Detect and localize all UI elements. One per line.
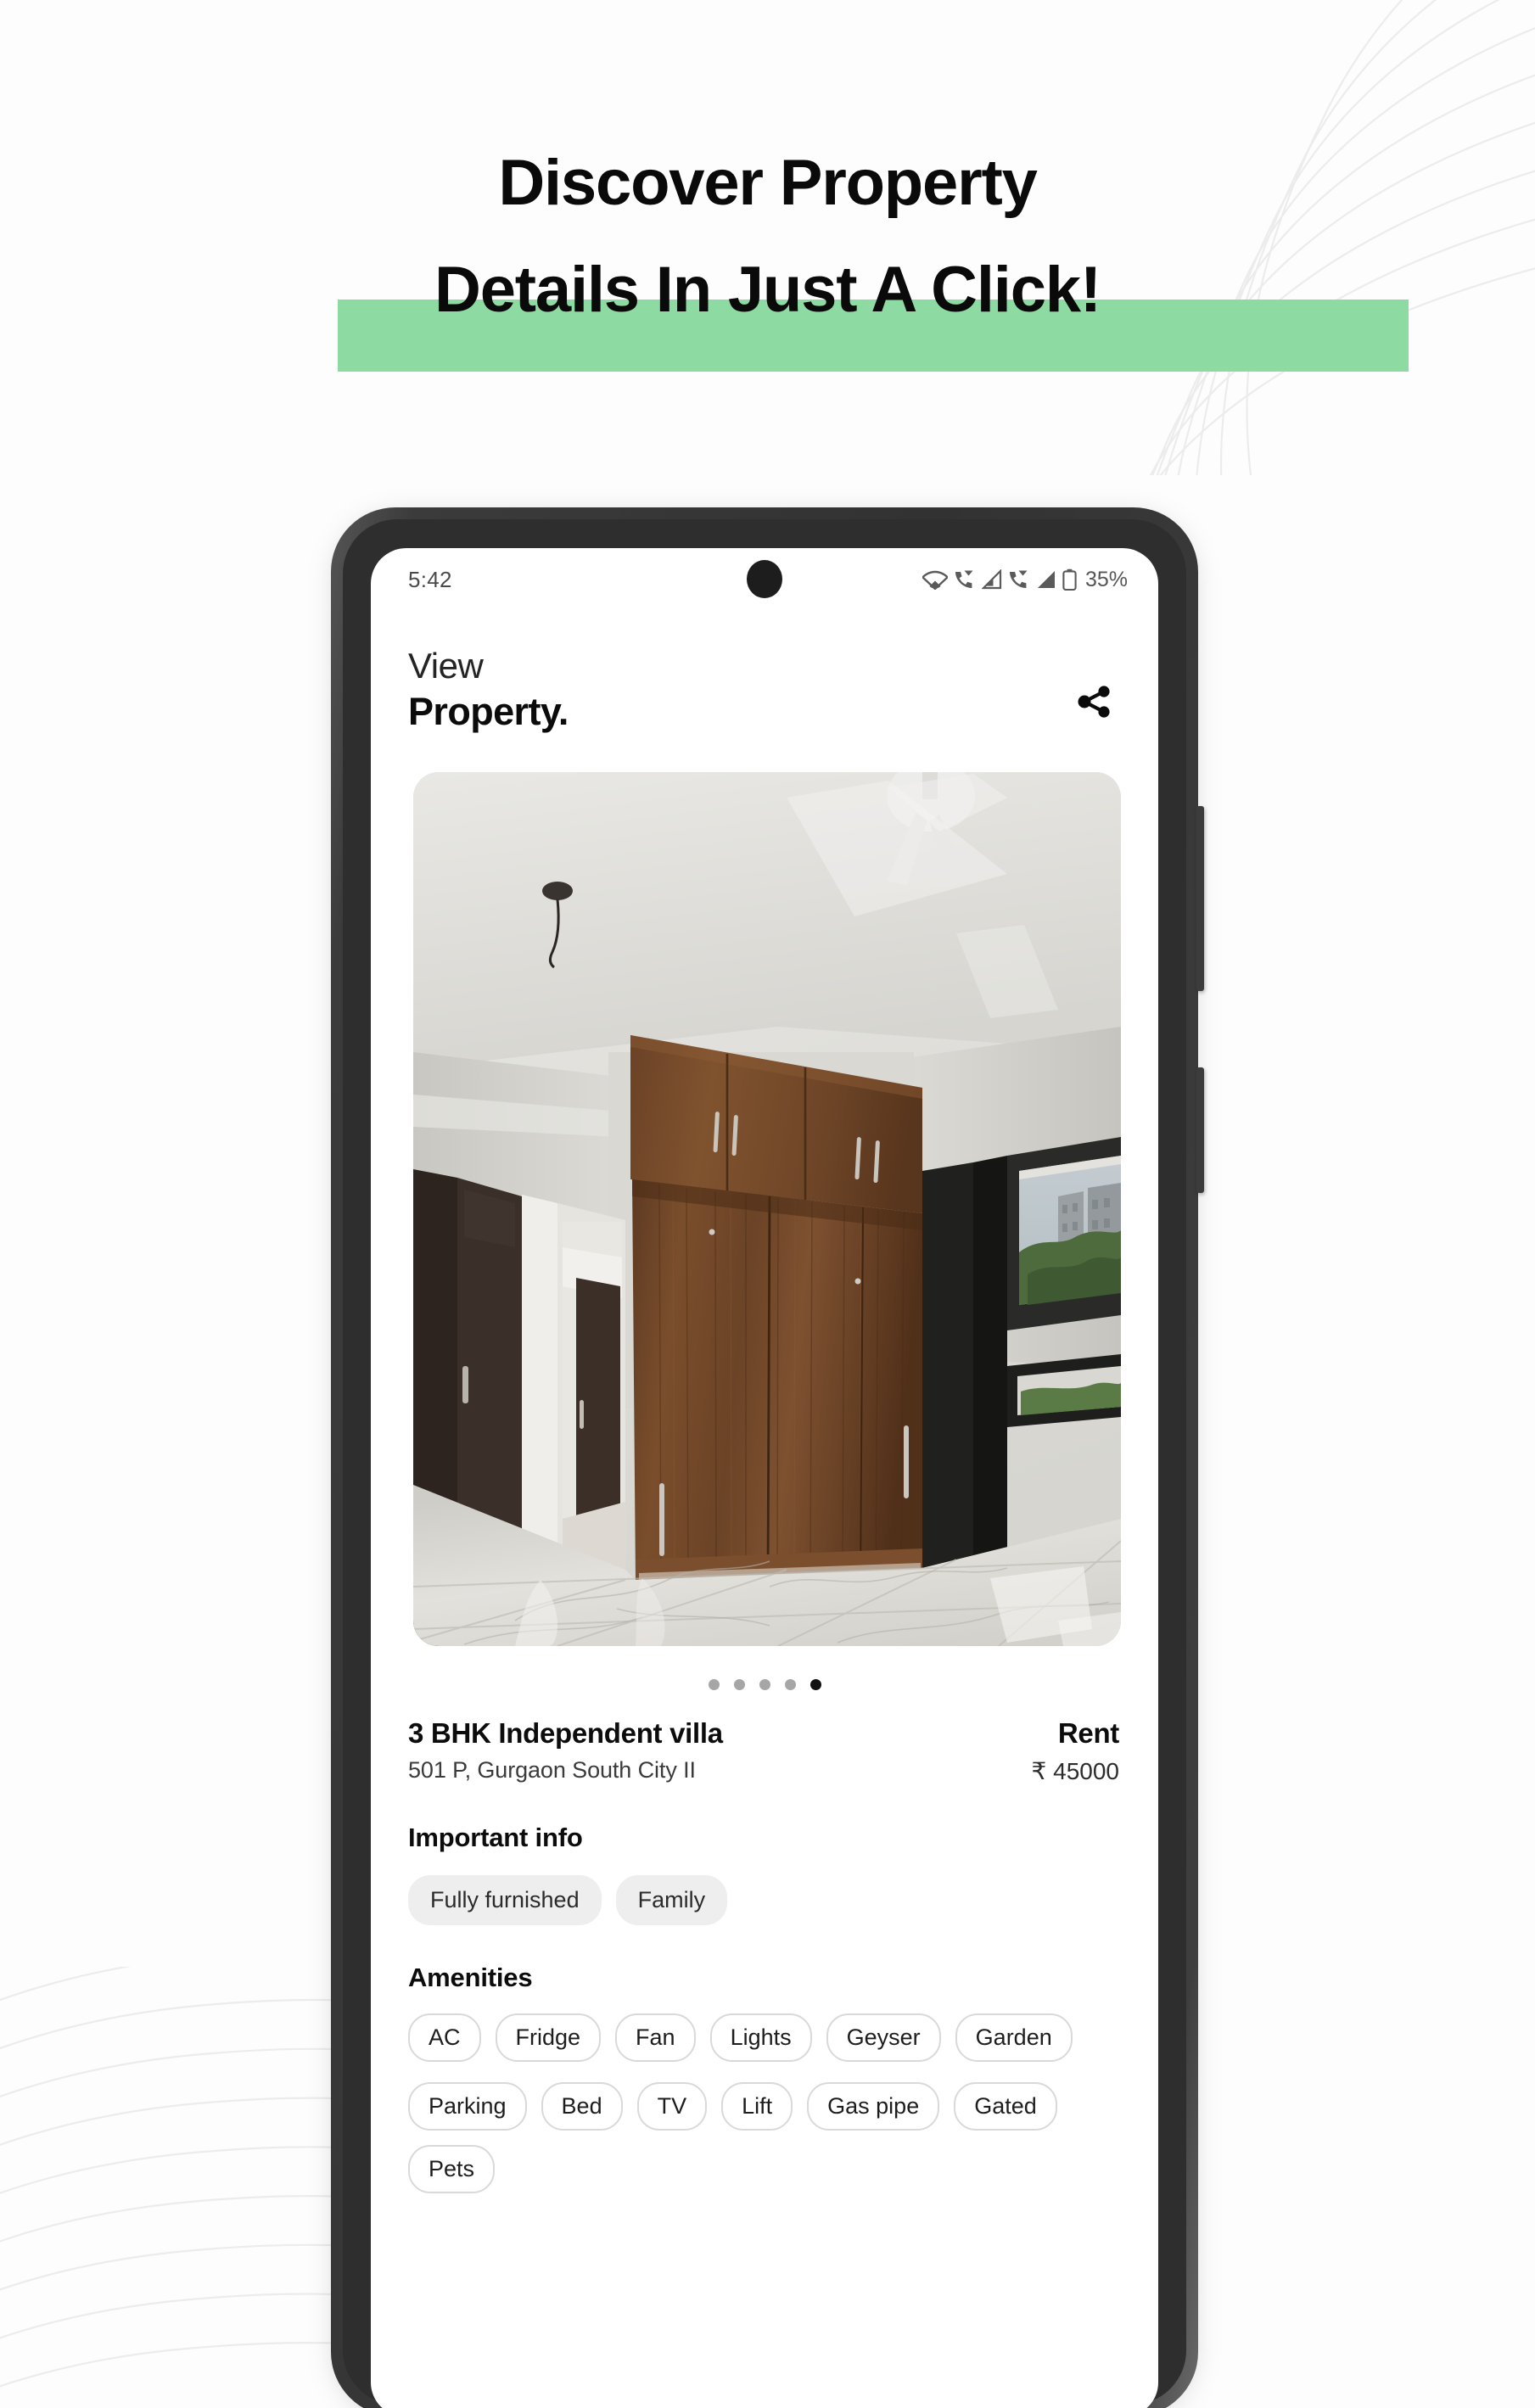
price-value: ₹ 45000 — [1031, 1757, 1119, 1784]
promo-page: Discover Property Details In Just A Clic… — [0, 0, 1535, 2408]
status-bar-time: 5:42 — [408, 566, 452, 592]
share-button[interactable] — [1067, 674, 1123, 730]
battery-icon — [1062, 568, 1077, 591]
listing-price: Rent ₹ 45000 — [1031, 1716, 1120, 1785]
volume-button[interactable] — [1196, 806, 1204, 991]
share-icon — [1078, 686, 1110, 718]
info-tag[interactable]: Fully furnished — [408, 1874, 602, 1925]
amenity-chip[interactable]: Lift — [721, 2081, 793, 2131]
power-button[interactable] — [1196, 1067, 1204, 1193]
volte-call-icon — [1009, 570, 1028, 588]
amenity-chip[interactable]: Garden — [955, 2013, 1073, 2062]
page-title: View Property. — [408, 646, 569, 734]
amenity-chip[interactable]: TV — [636, 2081, 708, 2131]
property-photo-image — [413, 771, 1121, 1646]
gallery-dots[interactable] — [371, 1678, 1158, 1690]
volte-call-icon — [955, 570, 973, 588]
amenities-row-1: AC Fridge Fan Lights Geyser Garden — [371, 2013, 1158, 2062]
listing-title: 3 BHK Independent villa — [408, 1716, 723, 1749]
amenity-chip[interactable]: Geyser — [826, 2013, 941, 2062]
headline-line-1: Discover Property — [498, 147, 1038, 219]
amenities-row-2: Parking Bed TV Lift Gas pipe Gated Pets — [371, 2081, 1158, 2193]
amenity-chip[interactable]: Bed — [541, 2081, 623, 2131]
gallery-dot[interactable] — [733, 1678, 745, 1690]
gallery-dot[interactable] — [759, 1678, 770, 1690]
phone-screen: 5:42 35% View Property. 3 BHK Independen… — [371, 548, 1158, 2408]
wifi-icon — [922, 570, 948, 590]
gallery-dot[interactable] — [784, 1678, 796, 1690]
important-info-heading: Important info — [408, 1822, 583, 1852]
gallery-dot-active[interactable] — [810, 1678, 821, 1690]
amenity-chip[interactable]: Pets — [408, 2144, 496, 2193]
headline-line-2: Details In Just A Click! — [434, 254, 1101, 326]
listing-summary: 3 BHK Independent villa 501 P, Gurgaon S… — [371, 1690, 1158, 1785]
listing-text: 3 BHK Independent villa 501 P, Gurgaon S… — [408, 1717, 723, 1784]
status-bar: 5:42 35% — [371, 548, 1158, 611]
page-title-line-2: Property. — [408, 690, 569, 734]
headline-line-2-row: Details In Just A Click! — [0, 254, 1535, 372]
amenity-chip[interactable]: Fan — [615, 2013, 696, 2062]
amenity-chip[interactable]: Gas pipe — [807, 2081, 940, 2131]
app-header: View Property. — [371, 611, 1158, 733]
amenity-chip[interactable]: Fridge — [495, 2013, 602, 2062]
listing-address: 501 P, Gurgaon South City II — [408, 1756, 696, 1783]
status-bar-icons: 35% — [922, 568, 1128, 592]
amenity-chip[interactable]: Parking — [408, 2081, 527, 2131]
page-title-line-1: View — [408, 646, 484, 686]
price-label: Rent — [1057, 1716, 1119, 1749]
promo-headline: Discover Property Details In Just A Clic… — [0, 147, 1535, 372]
amenity-chip[interactable]: AC — [408, 2013, 481, 2062]
amenities-heading: Amenities — [408, 1962, 533, 1992]
info-tag[interactable]: Family — [615, 1874, 728, 1925]
gallery-dot[interactable] — [708, 1678, 720, 1690]
signal-icon — [1037, 571, 1055, 588]
phone-mockup: 5:42 35% View Property. 3 BHK Independen… — [331, 507, 1204, 2408]
important-info-tags: Fully furnished Family — [371, 1874, 1158, 1925]
amenity-chip[interactable]: Lights — [709, 2013, 812, 2062]
amenity-chip[interactable]: Gated — [954, 2081, 1057, 2131]
front-camera-punch-hole — [747, 560, 782, 598]
signal-icon — [981, 569, 1002, 590]
battery-percent: 35% — [1084, 567, 1128, 591]
property-photo[interactable] — [413, 771, 1121, 1646]
